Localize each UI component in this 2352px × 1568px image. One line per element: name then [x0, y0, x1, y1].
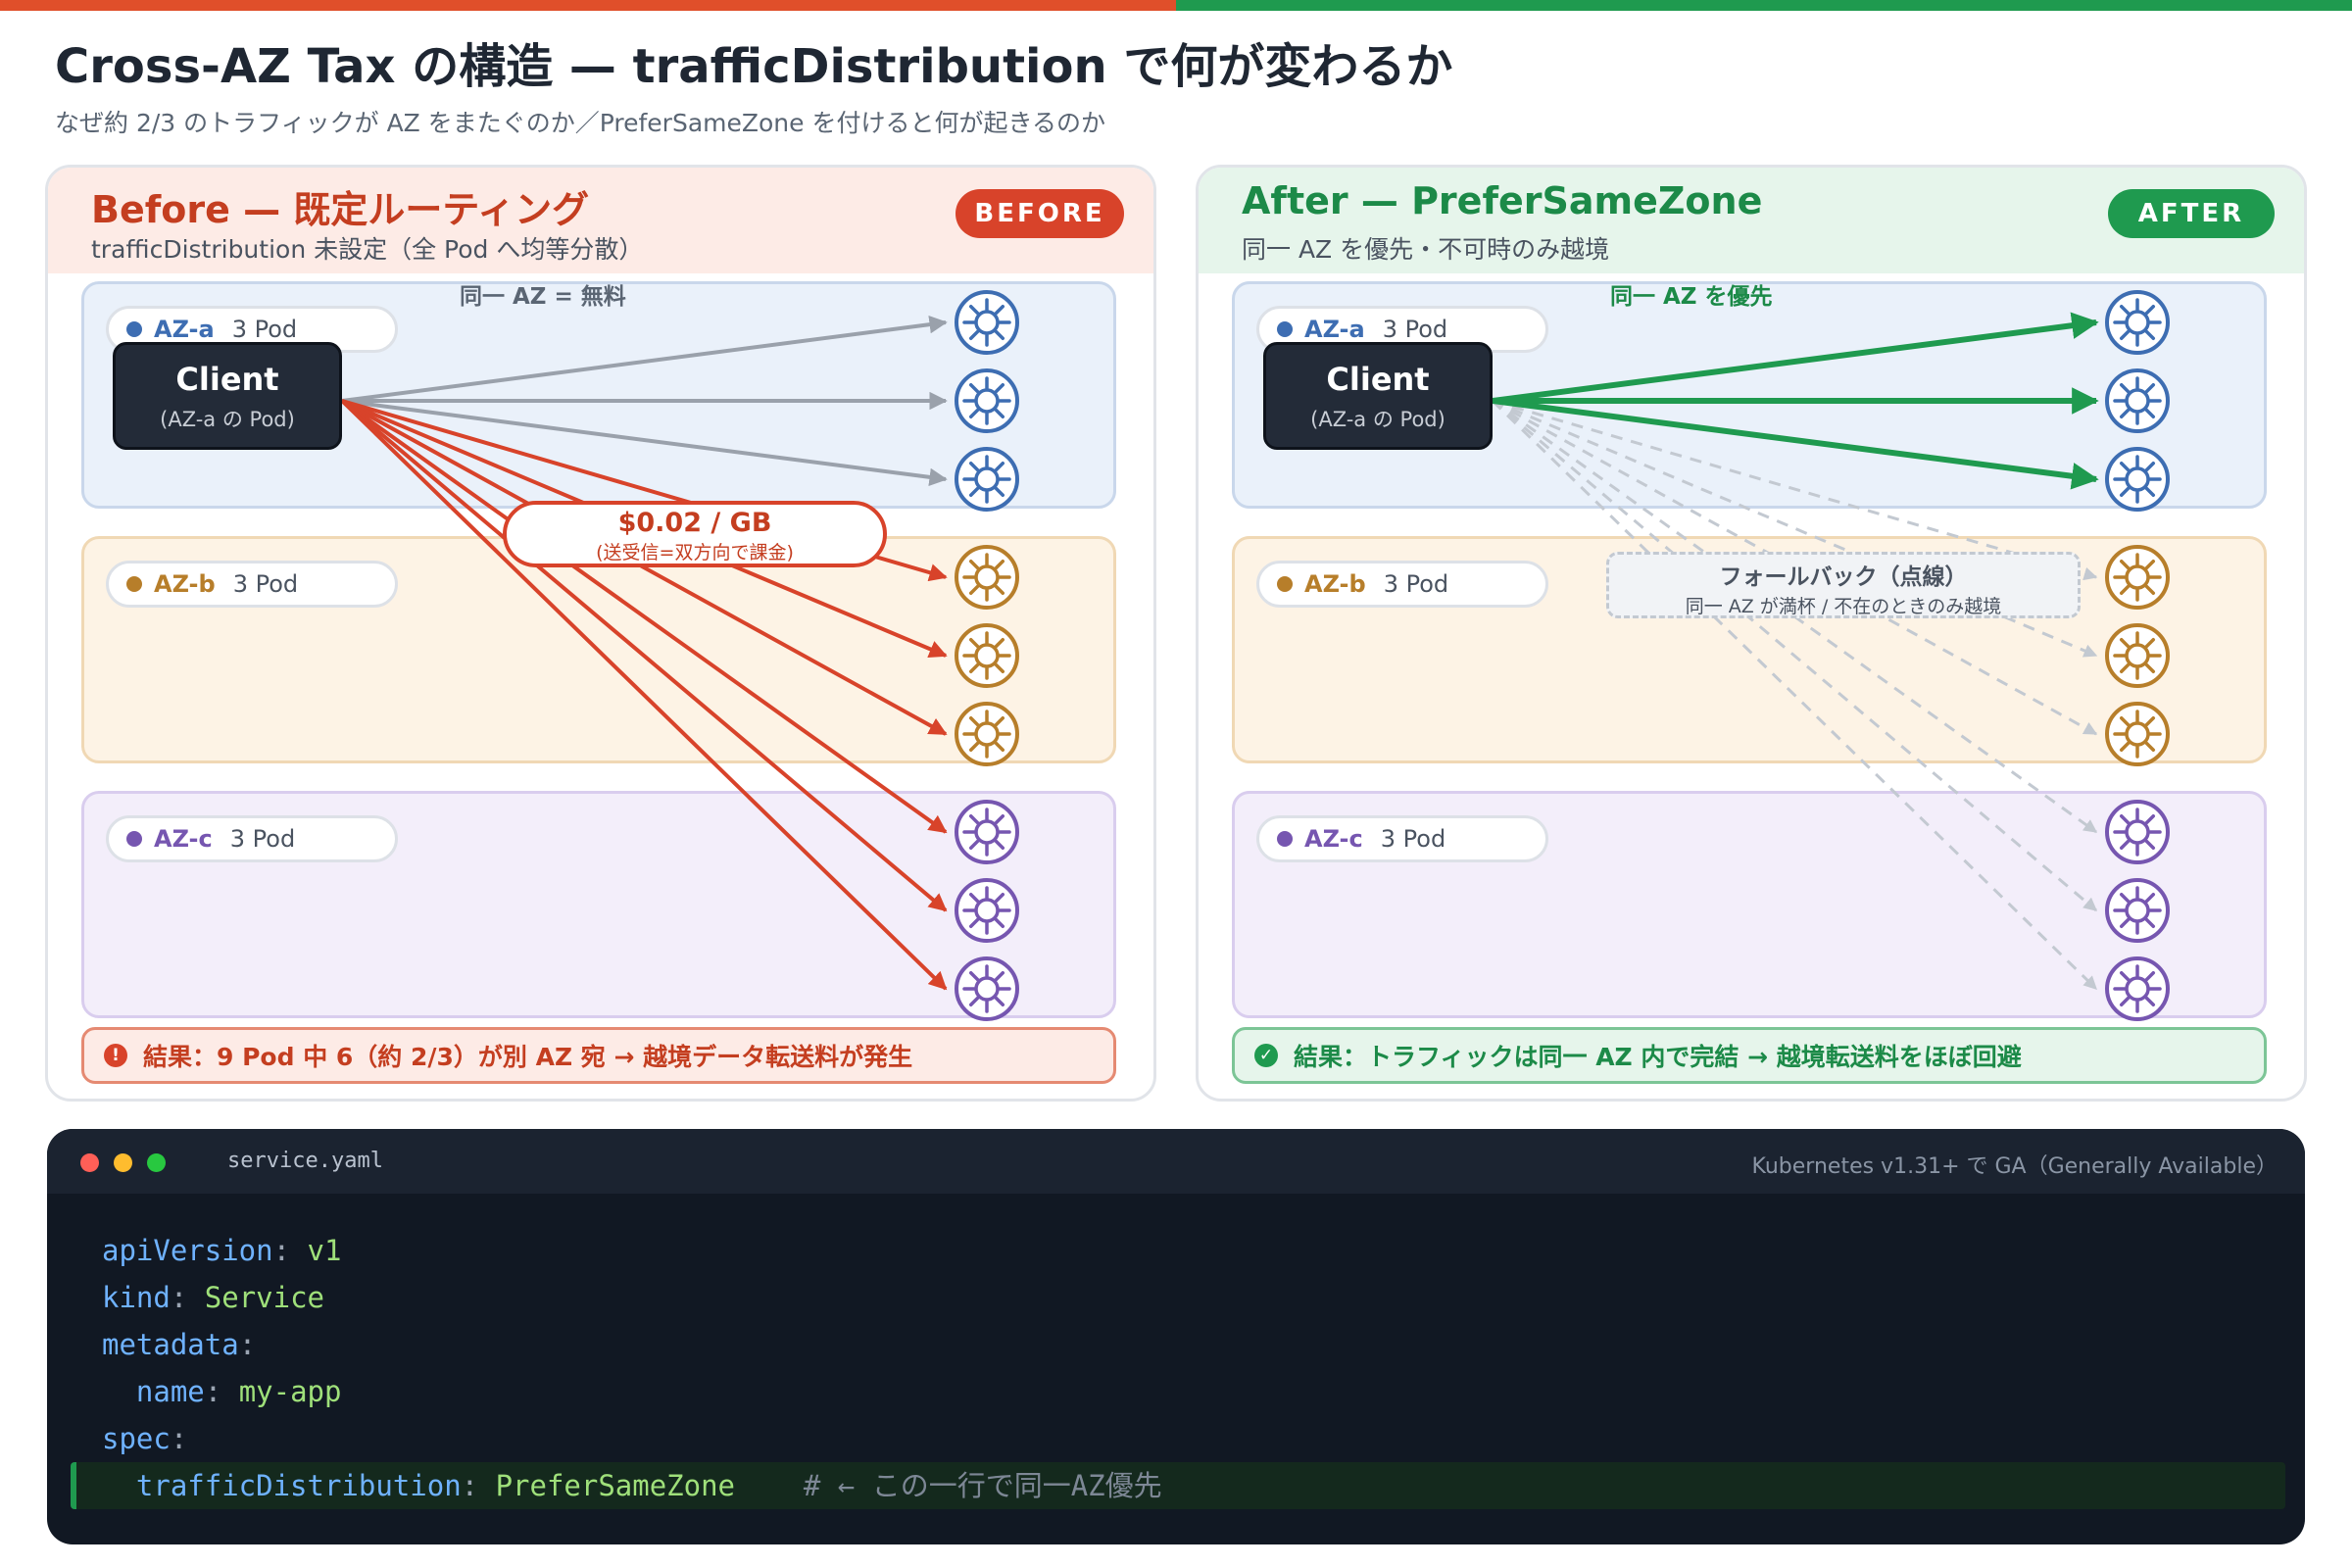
yaml-value: Service: [187, 1281, 324, 1314]
same-az-arrow: [341, 316, 948, 403]
fallback-arrow: [1492, 399, 2098, 912]
before-result: ! 結果：9 Pod 中 6（約 2/3）が別 AZ 宛 → 越境データ転送料が…: [81, 1027, 1116, 1084]
window-minimize-icon[interactable]: [114, 1153, 132, 1172]
yaml-value: PreferSameZone: [478, 1469, 736, 1502]
pod-icon: [955, 368, 1019, 433]
before-result-text: 結果：9 Pod 中 6（約 2/3）が別 AZ 宛 → 越境データ転送料が発生: [143, 1043, 913, 1071]
client-sub: (AZ-a の Pod): [160, 408, 295, 431]
yaml-key: trafficDistribution: [135, 1469, 462, 1502]
code-line: spec:: [102, 1422, 188, 1455]
pod-icon: [2105, 545, 2170, 610]
cross-az-arrow: [340, 399, 948, 912]
code-line: name: my-app: [135, 1375, 342, 1408]
same-az-free-label: 同一 AZ = 無料: [460, 284, 626, 310]
pod-icon: [955, 878, 1019, 943]
after-panel: After — PreferSameZone 同一 AZ を優先・不可時のみ越境…: [1196, 165, 2307, 1102]
code-title-bar: service.yaml Kubernetes v1.31+ で GA（Gene…: [47, 1129, 2305, 1194]
code-line: metadata:: [102, 1328, 257, 1361]
yaml-value: v1: [290, 1234, 342, 1267]
yaml-key: name: [135, 1375, 205, 1408]
pod-icon: [955, 290, 1019, 355]
top-accent-green: [1176, 0, 2352, 11]
pod-icon: [2105, 702, 2170, 766]
yaml-value: my-app: [221, 1375, 342, 1408]
pod-icon: [955, 800, 1019, 864]
after-result-text: 結果：トラフィックは同一 AZ 内で完結 → 越境転送料をほぼ回避: [1294, 1043, 2022, 1071]
fallback-title: フォールバック（点線）: [1719, 564, 1968, 590]
prefer-same-az-label: 同一 AZ を優先: [1610, 284, 1773, 310]
cost-note: (送受信=双方向で課金): [596, 542, 794, 564]
pod-icon: [2105, 800, 2170, 864]
cross-az-arrow: [341, 399, 948, 736]
fallback-note: 同一 AZ が満杯 / 不在のときのみ越境: [1685, 596, 2002, 617]
top-accent-bar: [0, 0, 2352, 11]
client-sub: (AZ-a の Pod): [1310, 408, 1446, 431]
cross-az-cost-label: $0.02 / GB (送受信=双方向で課金): [503, 501, 887, 567]
pod-icon: [955, 956, 1019, 1021]
pod-icon: [2105, 623, 2170, 688]
ga-note: Kubernetes v1.31+ で GA（Generally Availab…: [1751, 1154, 2278, 1179]
same-az-arrow: [1492, 398, 2099, 490]
yaml-key: metadata: [102, 1328, 239, 1361]
code-window: service.yaml Kubernetes v1.31+ で GA（Gene…: [47, 1129, 2305, 1544]
code-line: trafficDistribution: PreferSameZone # ← …: [135, 1469, 1162, 1502]
pod-icon: [2105, 956, 2170, 1021]
pod-icon: [2105, 878, 2170, 943]
client-name: Client: [1326, 361, 1430, 398]
pod-icon: [955, 702, 1019, 766]
yaml-key: kind: [102, 1281, 171, 1314]
pod-icon: [2105, 290, 2170, 355]
yaml-comment: # ← この一行で同一AZ優先: [735, 1469, 1162, 1502]
cost-value: $0.02 / GB: [617, 508, 772, 538]
alert-icon: !: [104, 1044, 127, 1067]
check-icon: ✓: [1254, 1044, 1278, 1067]
window-close-icon[interactable]: [80, 1153, 99, 1172]
code-line: apiVersion: v1: [102, 1234, 342, 1267]
client-box: Client (AZ-a の Pod): [1263, 342, 1493, 450]
client-box: Client (AZ-a の Pod): [113, 342, 342, 450]
window-maximize-icon[interactable]: [147, 1153, 166, 1172]
after-result: ✓ 結果：トラフィックは同一 AZ 内で完結 → 越境転送料をほぼ回避: [1232, 1027, 2267, 1084]
before-panel: Before — 既定ルーティング trafficDistribution 未設…: [45, 165, 1156, 1102]
yaml-key: apiVersion: [102, 1234, 273, 1267]
page-subtitle: なぜ約 2/3 のトラフィックが AZ をまたぐのか／PreferSameZon…: [55, 109, 1105, 137]
same-az-arrow: [1492, 312, 2099, 404]
client-name: Client: [175, 361, 279, 398]
pod-icon: [955, 447, 1019, 512]
pod-icon: [2105, 447, 2170, 512]
page-title: Cross-AZ Tax の構造 — trafficDistribution で…: [55, 39, 1453, 94]
fallback-label: フォールバック（点線） 同一 AZ が満杯 / 不在のときのみ越境: [1606, 552, 2081, 618]
pod-icon: [2105, 368, 2170, 433]
pod-icon: [955, 545, 1019, 610]
code-filename: service.yaml: [227, 1149, 383, 1173]
top-accent-red: [0, 0, 1176, 11]
pod-icon: [955, 623, 1019, 688]
yaml-key: spec: [102, 1422, 171, 1455]
code-line: kind: Service: [102, 1281, 324, 1314]
